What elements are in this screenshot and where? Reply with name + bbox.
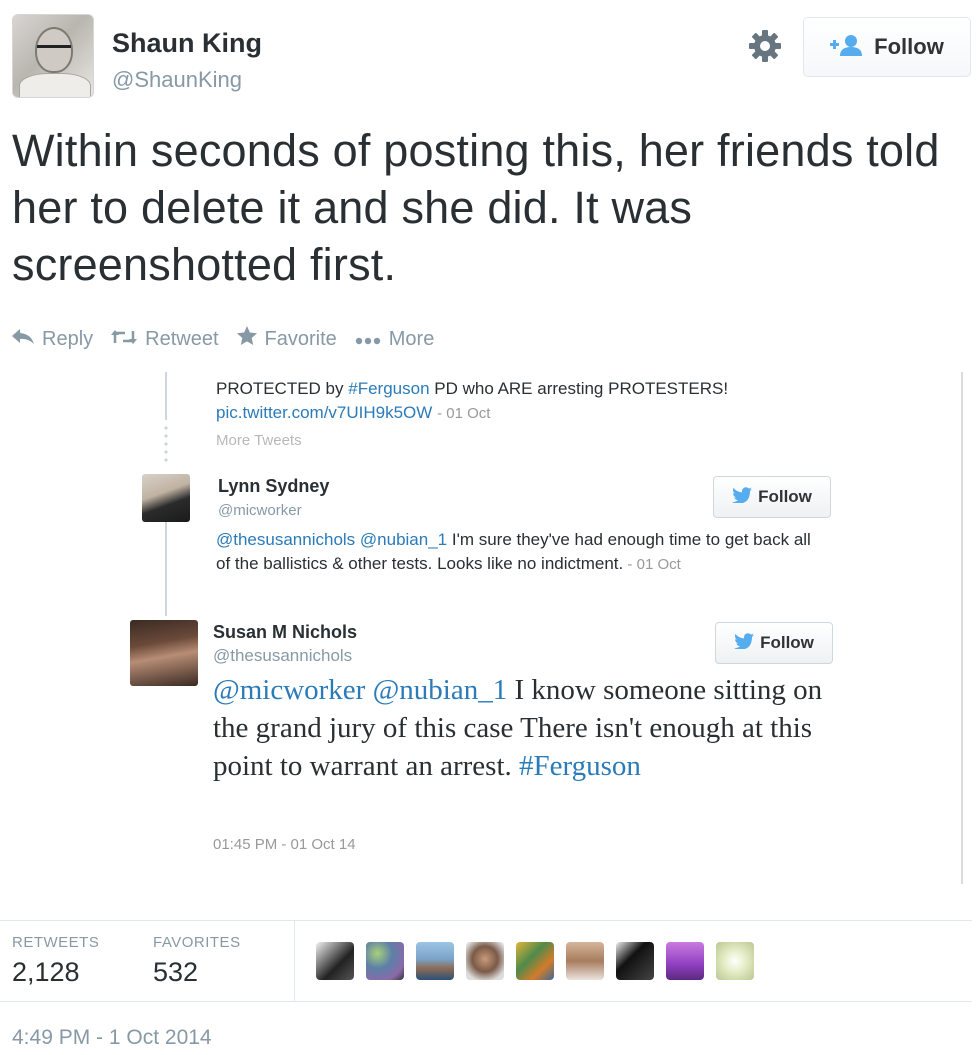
favoriter-avatar[interactable] bbox=[466, 942, 504, 980]
favorites-label: FAVORITES bbox=[153, 934, 241, 951]
susan-follow-label: Follow bbox=[760, 633, 814, 652]
star-icon bbox=[236, 326, 257, 352]
susan-nichols-avatar[interactable] bbox=[130, 620, 198, 686]
author-name[interactable]: Shaun King bbox=[112, 28, 262, 59]
retweet-label: Retweet bbox=[145, 327, 219, 350]
follow-button-label: Follow bbox=[874, 34, 944, 59]
retweets-label: RETWEETS bbox=[12, 934, 100, 951]
follow-person-icon bbox=[830, 34, 864, 61]
top-tweet-date: - 01 Oct bbox=[437, 405, 491, 422]
twitter-bird-icon bbox=[734, 632, 755, 654]
favoriter-avatar[interactable] bbox=[366, 942, 404, 980]
retweet-icon bbox=[111, 328, 138, 351]
favorite-label: Favorite bbox=[264, 327, 337, 350]
reply-icon bbox=[12, 328, 34, 351]
favoriter-avatar[interactable] bbox=[666, 942, 704, 980]
lynn-sydney-avatar[interactable] bbox=[142, 474, 190, 522]
favoriter-avatar[interactable] bbox=[616, 942, 654, 980]
reply-label: Reply bbox=[42, 327, 94, 350]
reply-action[interactable]: Reply bbox=[12, 328, 93, 351]
gear-icon[interactable] bbox=[745, 26, 785, 66]
retweet-action[interactable]: Retweet bbox=[111, 327, 219, 351]
top-tweet-text: PROTECTED by #Ferguson PD who ARE arrest… bbox=[216, 377, 856, 426]
favorites-stat[interactable]: FAVORITES 532 bbox=[153, 934, 241, 988]
more-tweets-link[interactable]: More Tweets bbox=[216, 432, 302, 449]
mention-nubian[interactable]: @nubian_1 bbox=[360, 530, 447, 549]
lynn-sydney-tweet: @thesusannichols @nubian_1 I'm sure they… bbox=[216, 528, 816, 577]
lynn-tweet-date: - 01 Oct bbox=[623, 556, 681, 573]
susan-nichols-handle[interactable]: @thesusannichols bbox=[213, 646, 352, 666]
author-handle[interactable]: @ShaunKing bbox=[112, 67, 242, 93]
mention-nubian-2[interactable]: @nubian_1 bbox=[373, 674, 508, 706]
follow-button[interactable]: Follow bbox=[803, 17, 971, 77]
more-dots-icon bbox=[355, 328, 381, 351]
susan-tweet-timestamp[interactable]: 01:45 PM - 01 Oct 14 bbox=[213, 836, 356, 853]
tweet-timestamp[interactable]: 4:49 PM - 1 Oct 2014 bbox=[12, 1026, 212, 1050]
ferguson-hashtag-link-2[interactable]: #Ferguson bbox=[519, 750, 641, 782]
favoriter-avatar[interactable] bbox=[566, 942, 604, 980]
stats-divider-bottom bbox=[0, 1001, 972, 1002]
pic-link[interactable]: pic.twitter.com/v7UIH9k5OW bbox=[216, 403, 432, 422]
retweets-count: 2,128 bbox=[12, 957, 80, 987]
top-tweet-part1: PROTECTED by bbox=[216, 379, 349, 398]
author-avatar[interactable] bbox=[12, 14, 94, 98]
stats-separator bbox=[294, 920, 295, 1001]
tweet-actions: Reply Retweet Favorite More bbox=[12, 324, 452, 354]
favoriter-avatar[interactable] bbox=[716, 942, 754, 980]
screenshot-right-border bbox=[961, 372, 963, 884]
lynn-sydney-name[interactable]: Lynn Sydney bbox=[218, 476, 329, 497]
twitter-bird-icon bbox=[732, 486, 753, 508]
thread-line-2 bbox=[165, 520, 167, 616]
favoriter-avatar[interactable] bbox=[516, 942, 554, 980]
lynn-follow-label: Follow bbox=[758, 487, 812, 506]
favorites-count: 532 bbox=[153, 957, 199, 987]
favoriter-avatar[interactable] bbox=[416, 942, 454, 980]
mention-thesusannichols[interactable]: @thesusannichols bbox=[216, 530, 355, 549]
lynn-sydney-follow-button[interactable]: Follow bbox=[713, 476, 831, 518]
thread-dots bbox=[164, 424, 168, 464]
stats-divider-top bbox=[0, 920, 972, 921]
ferguson-hashtag-link[interactable]: #Ferguson bbox=[348, 379, 429, 398]
lynn-sydney-handle[interactable]: @micworker bbox=[218, 502, 302, 519]
tweet-text: Within seconds of posting this, her frie… bbox=[12, 125, 940, 290]
susan-nichols-name[interactable]: Susan M Nichols bbox=[213, 622, 357, 643]
favorite-action[interactable]: Favorite bbox=[236, 326, 337, 352]
favoriter-avatar[interactable] bbox=[316, 942, 354, 980]
top-tweet-part2: PD who ARE arresting PROTESTERS! bbox=[429, 379, 729, 398]
thread-line bbox=[165, 372, 167, 420]
retweets-stat[interactable]: RETWEETS 2,128 bbox=[12, 934, 99, 988]
susan-nichols-tweet: @micworker @nubian_1 I know someone sitt… bbox=[213, 671, 853, 785]
more-label: More bbox=[388, 327, 435, 350]
mention-micworker[interactable]: @micworker bbox=[213, 674, 365, 706]
more-action[interactable]: More bbox=[355, 327, 435, 351]
susan-nichols-follow-button[interactable]: Follow bbox=[715, 622, 833, 664]
